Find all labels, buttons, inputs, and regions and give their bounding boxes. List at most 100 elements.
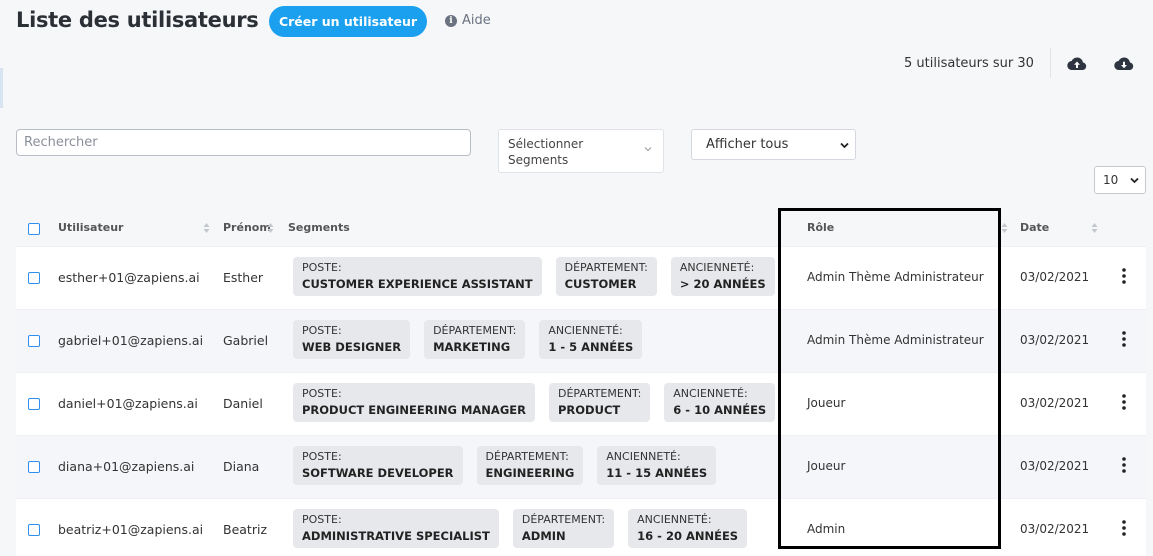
user-firstname: Beatriz	[223, 522, 268, 537]
table-row[interactable]: diana+01@zapiens.ai Diana POSTE: SOFTWARE…	[16, 435, 1146, 498]
tag-value: 1 - 5 ANNÉES	[548, 340, 634, 354]
tag-key: DÉPARTEMENT:	[433, 324, 517, 337]
tag-key: POSTE:	[302, 324, 342, 337]
user-role: Joueur	[807, 396, 846, 410]
segment-tags: POSTE: WEB DESIGNER DÉPARTEMENT: MARKETING…	[293, 320, 643, 359]
table-row[interactable]: beatriz+01@zapiens.ai Beatriz POSTE: ADMI…	[16, 498, 1146, 556]
tag-value: CUSTOMER EXPERIENCE ASSISTANT	[302, 277, 533, 291]
segment-tags: POSTE: SOFTWARE DEVELOPER DÉPARTEMENT: ENG…	[293, 446, 717, 485]
select-all-checkbox[interactable]	[28, 223, 40, 235]
user-date: 03/02/2021	[1020, 522, 1090, 536]
sort-icon[interactable]	[203, 222, 210, 234]
user-date: 03/02/2021	[1020, 333, 1090, 347]
users-table: Utilisateur Prénom Segments Rôle Date es…	[16, 208, 1146, 556]
segment-tag: DÉPARTEMENT: MARKETING	[424, 320, 526, 359]
display-filter-value: Afficher tous	[706, 137, 789, 152]
row-checkbox[interactable]	[28, 272, 40, 284]
user-email: beatriz+01@zapiens.ai	[58, 522, 204, 537]
user-role: Admin Thème Administrateur	[807, 333, 984, 347]
user-email: gabriel+01@zapiens.ai	[58, 333, 204, 348]
segment-tag: POSTE: SOFTWARE DEVELOPER	[293, 446, 463, 485]
tag-value: > 20 ANNÉES	[679, 277, 766, 291]
table-row[interactable]: gabriel+01@zapiens.ai Gabriel POSTE: WEB …	[16, 309, 1146, 372]
table-header: Utilisateur Prénom Segments Rôle Date	[16, 208, 1146, 246]
chevron-down-icon	[840, 142, 849, 149]
sort-icon[interactable]	[1091, 222, 1098, 234]
user-count: 5 utilisateurs sur 30	[904, 56, 1034, 71]
user-date: 03/02/2021	[1020, 396, 1090, 410]
segment-tag: DÉPARTEMENT: CUSTOMER	[555, 257, 657, 296]
tag-value: ENGINEERING	[485, 466, 575, 480]
tag-key: POSTE:	[302, 387, 342, 400]
tag-key: DÉPARTEMENT:	[558, 387, 642, 400]
tag-value: 11 - 15 ANNÉES	[606, 466, 708, 480]
row-checkbox[interactable]	[28, 335, 40, 347]
toolbar-divider	[1050, 48, 1051, 78]
info-icon: i	[445, 14, 457, 27]
column-header-user[interactable]: Utilisateur	[58, 221, 123, 234]
tag-key: POSTE:	[302, 513, 342, 526]
segment-tags: POSTE: ADMINISTRATIVE SPECIALIST DÉPARTEM…	[293, 509, 748, 548]
user-date: 03/02/2021	[1020, 459, 1090, 473]
column-header-date[interactable]: Date	[1020, 221, 1049, 234]
more-options-icon[interactable]	[1120, 330, 1128, 348]
segment-tags: POSTE: PRODUCT ENGINEERING MANAGER DÉPART…	[293, 383, 776, 422]
user-firstname: Daniel	[223, 396, 263, 411]
left-edge-indicator	[0, 68, 3, 108]
tag-key: ANCIENNETÉ:	[637, 513, 712, 526]
segment-tag: ANCIENNETÉ: 6 - 10 ANNÉES	[664, 383, 776, 422]
display-filter-select[interactable]: Afficher tous	[691, 129, 856, 160]
tag-key: ANCIENNETÉ:	[606, 450, 681, 463]
table-row[interactable]: daniel+01@zapiens.ai Daniel POSTE: PRODUC…	[16, 372, 1146, 435]
segment-tags: POSTE: CUSTOMER EXPERIENCE ASSISTANT DÉPA…	[293, 257, 775, 296]
tag-value: PRODUCT ENGINEERING MANAGER	[302, 403, 526, 417]
user-firstname: Esther	[223, 270, 264, 285]
cloud-download-icon[interactable]	[1114, 55, 1134, 73]
row-checkbox[interactable]	[28, 461, 40, 473]
row-checkbox[interactable]	[28, 524, 40, 536]
segment-tag: POSTE: CUSTOMER EXPERIENCE ASSISTANT	[293, 257, 542, 296]
column-header-segments: Segments	[288, 221, 350, 234]
segment-tag: DÉPARTEMENT: ADMIN	[512, 509, 615, 548]
sort-icon[interactable]	[267, 222, 274, 234]
tag-value: 6 - 10 ANNÉES	[673, 403, 767, 417]
tag-key: DÉPARTEMENT:	[564, 261, 648, 274]
column-header-role[interactable]: Rôle	[807, 221, 834, 234]
segments-placeholder: Sélectionner Segments	[508, 137, 584, 167]
segment-tag: POSTE: WEB DESIGNER	[293, 320, 411, 359]
segment-tag: ANCIENNETÉ: > 20 ANNÉES	[670, 257, 775, 296]
segments-select[interactable]: Sélectionner Segments	[498, 129, 664, 173]
chevron-down-icon	[644, 147, 652, 152]
tag-key: POSTE:	[302, 450, 342, 463]
more-options-icon[interactable]	[1120, 267, 1128, 285]
search-input[interactable]	[16, 129, 471, 156]
tag-value: CUSTOMER	[564, 277, 637, 291]
chevron-down-icon	[1130, 177, 1139, 184]
sort-icon[interactable]	[1001, 222, 1008, 234]
help-link[interactable]: i Aide	[445, 13, 491, 28]
tag-key: DÉPARTEMENT:	[485, 450, 569, 463]
segment-tag: ANCIENNETÉ: 11 - 15 ANNÉES	[597, 446, 717, 485]
row-checkbox[interactable]	[28, 398, 40, 410]
segment-tag: POSTE: PRODUCT ENGINEERING MANAGER	[293, 383, 535, 422]
table-row[interactable]: esther+01@zapiens.ai Esther POSTE: CUSTOM…	[16, 246, 1146, 309]
cloud-upload-icon[interactable]	[1067, 55, 1087, 73]
tag-value: ADMIN	[521, 529, 566, 543]
tag-key: ANCIENNETÉ:	[673, 387, 748, 400]
user-email: diana+01@zapiens.ai	[58, 459, 195, 474]
tag-value: WEB DESIGNER	[302, 340, 402, 354]
help-label: Aide	[462, 13, 491, 28]
user-firstname: Gabriel	[223, 333, 269, 348]
segment-tag: DÉPARTEMENT: ENGINEERING	[476, 446, 584, 485]
more-options-icon[interactable]	[1120, 456, 1128, 474]
user-firstname: Diana	[223, 459, 260, 474]
create-user-button[interactable]: Créer un utilisateur	[269, 6, 427, 37]
tag-value: 16 - 20 ANNÉES	[637, 529, 739, 543]
tag-key: POSTE:	[302, 261, 342, 274]
page-size-select[interactable]: 10	[1094, 166, 1146, 194]
column-header-firstname[interactable]: Prénom	[223, 221, 271, 234]
more-options-icon[interactable]	[1120, 393, 1128, 411]
user-email: daniel+01@zapiens.ai	[58, 396, 198, 411]
more-options-icon[interactable]	[1120, 519, 1128, 537]
segment-tag: POSTE: ADMINISTRATIVE SPECIALIST	[293, 509, 499, 548]
